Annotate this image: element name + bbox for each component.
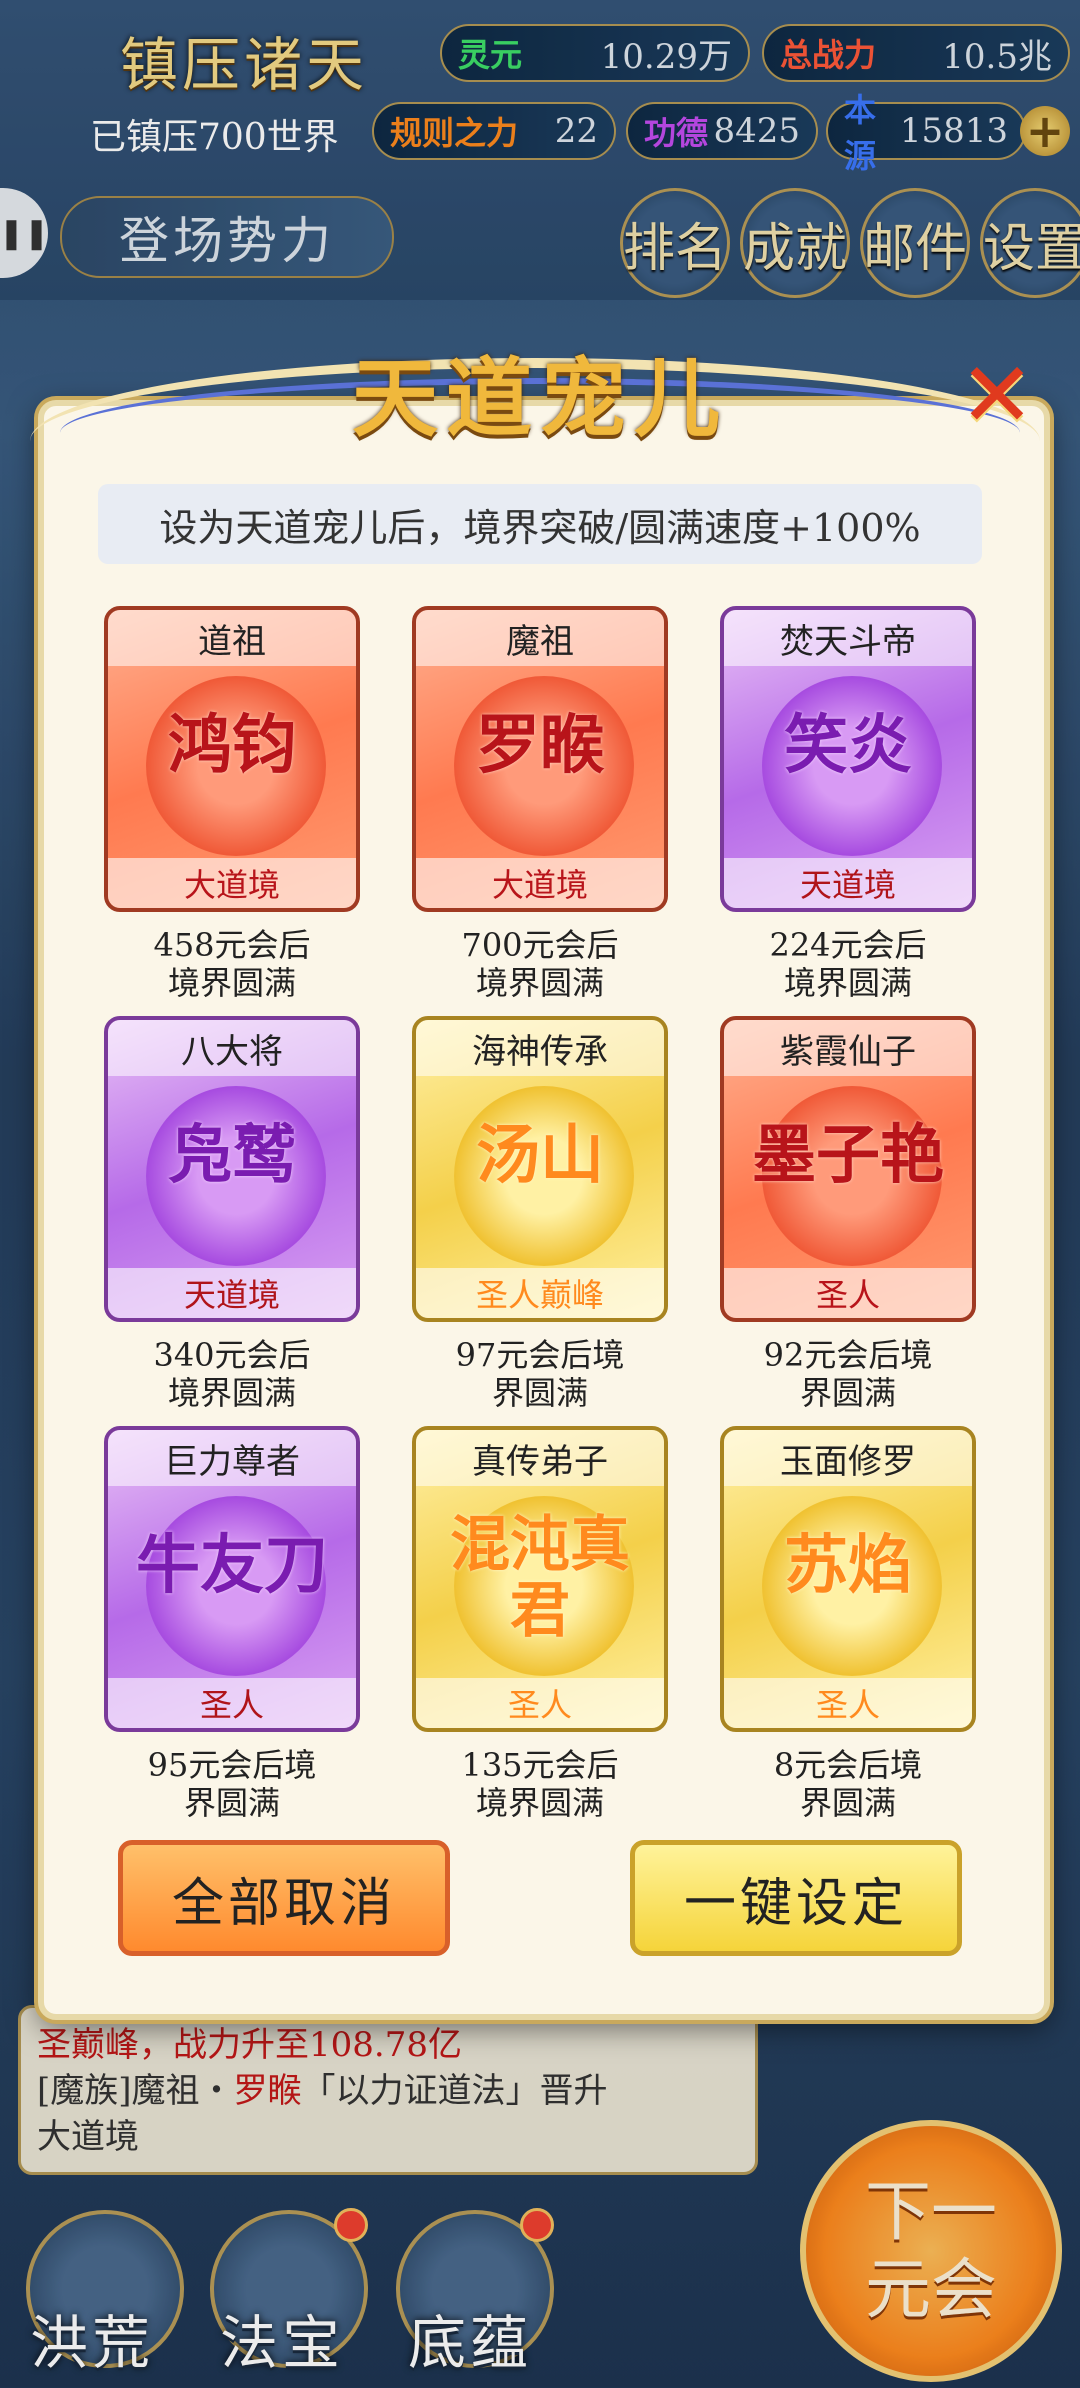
character-card[interactable]: 焚天斗帝 笑炎 天道境	[720, 606, 976, 912]
card-caption: 95元会后境 界圆满	[104, 1746, 360, 1822]
caption-line: 界圆满	[491, 1374, 588, 1412]
close-x-icon[interactable]: ✕	[952, 343, 1042, 448]
card-realm: 大道境	[416, 858, 664, 908]
card-caption: 340元会后 境界圆满	[104, 1336, 360, 1412]
card-realm: 圣人巅峰	[416, 1268, 664, 1318]
card-title: 八大将	[108, 1020, 356, 1076]
card-name: 混沌真君	[450, 1510, 630, 1646]
card-name: 牛友刀	[136, 1528, 328, 1603]
card-caption: 135元会后 境界圆满	[412, 1746, 668, 1822]
character-card[interactable]: 道祖 鸿钧 大道境	[104, 606, 360, 912]
caption-line: 境界圆满	[167, 964, 296, 1002]
caption-line: 700元会后	[461, 926, 619, 964]
caption-line: 92元会后境	[763, 1336, 933, 1374]
card-realm: 圣人	[108, 1678, 356, 1728]
card-title: 紫霞仙子	[724, 1020, 972, 1076]
card-title: 道祖	[108, 610, 356, 666]
card-caption: 700元会后 境界圆满	[412, 926, 668, 1002]
card-title: 海神传承	[416, 1020, 664, 1076]
caption-line: 458元会后	[153, 926, 311, 964]
caption-line: 8元会后境	[773, 1746, 923, 1784]
card-name: 苏焰	[784, 1528, 912, 1603]
card-title: 巨力尊者	[108, 1430, 356, 1486]
card-caption: 458元会后 境界圆满	[104, 926, 360, 1002]
character-card[interactable]: 巨力尊者 牛友刀 圣人	[104, 1426, 360, 1732]
character-card[interactable]: 玉面修罗 苏焰 圣人	[720, 1426, 976, 1732]
character-card[interactable]: 魔祖 罗睺 大道境	[412, 606, 668, 912]
caption-line: 135元会后	[461, 1746, 619, 1784]
caption-line: 97元会后境	[455, 1336, 625, 1374]
card-caption: 97元会后境 界圆满	[412, 1336, 668, 1412]
card-realm: 大道境	[108, 858, 356, 908]
cancel-all-button[interactable]: 全部取消	[118, 1840, 450, 1956]
card-caption: 92元会后境 界圆满	[720, 1336, 976, 1412]
caption-line: 95元会后境	[147, 1746, 317, 1784]
card-title: 玉面修罗	[724, 1430, 972, 1486]
caption-line: 340元会后	[153, 1336, 311, 1374]
card-name: 墨子艳	[752, 1118, 944, 1193]
card-name: 鸿钧	[168, 708, 296, 783]
character-card[interactable]: 八大将 凫鹫 天道境	[104, 1016, 360, 1322]
caption-line: 界圆满	[799, 1374, 896, 1412]
card-realm: 圣人	[724, 1678, 972, 1728]
card-name: 罗睺	[476, 708, 604, 783]
card-realm: 天道境	[108, 1268, 356, 1318]
caption-line: 界圆满	[183, 1784, 280, 1822]
card-realm: 圣人	[724, 1268, 972, 1318]
card-title: 焚天斗帝	[724, 610, 972, 666]
card-title: 魔祖	[416, 610, 664, 666]
character-card[interactable]: 海神传承汤山圣人巅峰	[412, 1016, 668, 1322]
card-title: 真传弟子	[416, 1430, 664, 1486]
caption-line: 224元会后	[769, 926, 927, 964]
caption-line: 境界圆满	[475, 1784, 604, 1822]
card-name: 凫鹫	[168, 1118, 296, 1193]
caption-line: 境界圆满	[783, 964, 912, 1002]
card-name: 汤山	[476, 1118, 604, 1193]
caption-line: 界圆满	[799, 1784, 896, 1822]
character-card[interactable]: 紫霞仙子 墨子艳 圣人	[720, 1016, 976, 1322]
card-realm: 天道境	[724, 858, 972, 908]
caption-line: 境界圆满	[167, 1374, 296, 1412]
card-caption: 8元会后境 界圆满	[720, 1746, 976, 1822]
card-realm: 圣人	[416, 1678, 664, 1728]
dialog-title: 天道宠儿	[352, 348, 728, 449]
dialog-notice: 设为天道宠儿后，境界突破/圆满速度+100%	[98, 484, 982, 564]
character-card[interactable]: 真传弟子混沌真君圣人	[412, 1426, 668, 1732]
card-caption: 224元会后 境界圆满	[720, 926, 976, 1002]
caption-line: 境界圆满	[475, 964, 604, 1002]
one-click-set-button[interactable]: 一键设定	[630, 1840, 962, 1956]
card-name: 笑炎	[784, 708, 912, 783]
